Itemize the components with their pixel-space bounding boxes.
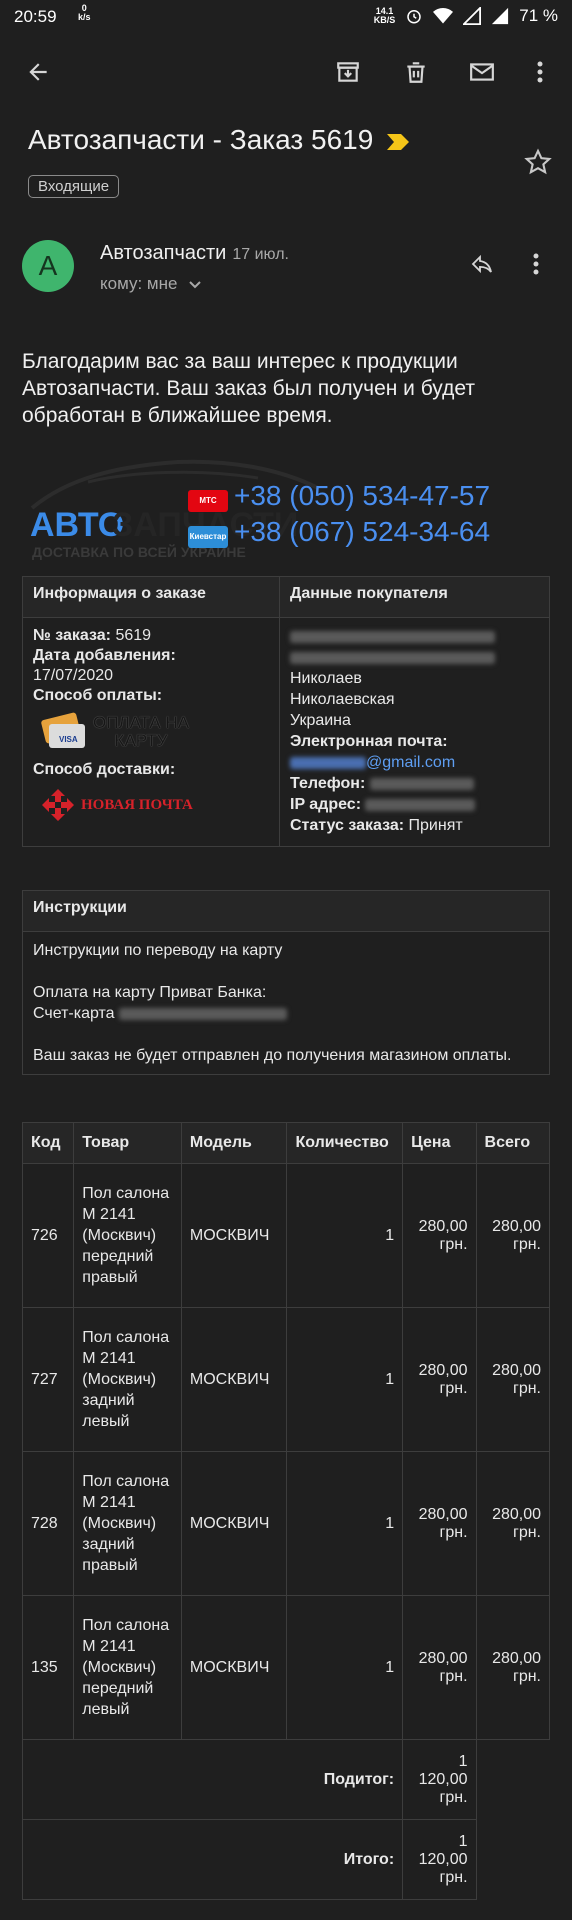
important-marker-icon[interactable] bbox=[387, 133, 410, 150]
archive-button[interactable] bbox=[328, 52, 368, 92]
signal-icon-2 bbox=[492, 7, 509, 25]
more-options-button[interactable] bbox=[520, 52, 560, 92]
signal-icon bbox=[463, 7, 482, 25]
instructions-table: Инструкции Инструкции по переводу на кар… bbox=[22, 890, 550, 1075]
order-date: 17/07/2020 bbox=[33, 667, 114, 684]
net-speed-indicator: 0 k/s bbox=[78, 3, 91, 22]
kyivstar-operator-icon: Киевстар bbox=[188, 525, 228, 548]
order-info-cell: № заказа: 5619 Дата добавления: 17/07/20… bbox=[22, 617, 280, 847]
subtotal-value: 1 120,00 грн. bbox=[402, 1739, 477, 1820]
battery-level: 71 % bbox=[519, 6, 558, 25]
table-row: 728 Пол салона М 2141 (Москвич) задний п… bbox=[21, 1451, 551, 1596]
buyer-country: Украина bbox=[290, 712, 351, 729]
message-more-button[interactable] bbox=[532, 252, 540, 281]
payment-method-badge: VISA ОПЛАТА НА КАРТУ bbox=[41, 710, 269, 754]
products-table: Код Товар Модель Количество Цена Всего 7… bbox=[21, 1122, 551, 1900]
phone-number-2: +38 (067) 524-34-64 bbox=[234, 516, 491, 547]
trash-icon bbox=[407, 62, 425, 83]
email-subject: Автозапчасти - Заказ 5619 bbox=[28, 124, 410, 156]
blurred-buyer-address bbox=[290, 651, 495, 664]
archive-icon bbox=[337, 62, 359, 82]
mark-unread-button[interactable] bbox=[462, 52, 502, 92]
table-row: 135 Пол салона М 2141 (Москвич) передний… bbox=[21, 1595, 551, 1740]
mts-operator-icon: МТС bbox=[188, 489, 228, 512]
total-label: Итого: bbox=[21, 1819, 404, 1900]
order-info-header: Информация о заказе bbox=[22, 576, 280, 618]
net-speed-right: 14.1 KB/S bbox=[373, 6, 396, 25]
more-vert-icon bbox=[533, 253, 539, 275]
order-info-table: Информация о заказе Данные покупателя № … bbox=[22, 576, 550, 847]
blurred-buyer-name bbox=[290, 630, 495, 643]
mail-icon bbox=[470, 63, 494, 81]
sender-line: Автозапчасти 17 июл. bbox=[100, 242, 289, 265]
sender-name: Автозапчасти bbox=[100, 242, 227, 264]
recipient-text: кому: мне bbox=[100, 274, 178, 293]
subtotal-label: Подитог: bbox=[21, 1739, 404, 1820]
blurred-ip bbox=[365, 798, 476, 811]
star-button[interactable] bbox=[524, 148, 552, 181]
total-value: 1 120,00 грн. bbox=[402, 1819, 477, 1900]
phone-number-1: +38 (050) 534-47-57 bbox=[234, 480, 491, 511]
buyer-region: Николаевская bbox=[290, 691, 395, 708]
email-intro-text: Благодарим вас за ваш интерес к продукци… bbox=[22, 350, 475, 427]
subject-text: Автозапчасти - Заказ 5619 bbox=[28, 124, 374, 155]
back-arrow-icon bbox=[29, 63, 47, 81]
order-status: Принят bbox=[408, 817, 463, 834]
store-logo-banner: АВТО ЗАПЧАСТИ ДОСТАВКА ПО ВСЕЙ УКРАИНЕ М… bbox=[28, 448, 548, 560]
instructions-header: Инструкции bbox=[22, 890, 550, 932]
subtotal-row: Подитог: 1 120,00 грн. bbox=[21, 1739, 550, 1820]
status-bar: 20:59 0 k/s 14.1 KB/S 71 % bbox=[0, 0, 572, 36]
buyer-info-cell: Николаев Николаевская Украина Электронна… bbox=[279, 617, 550, 847]
credit-card-icon: VISA bbox=[41, 712, 85, 748]
products-header-row: Код Товар Модель Количество Цена Всего bbox=[21, 1122, 551, 1164]
recipient-toggle[interactable]: кому: мне bbox=[100, 274, 202, 294]
buyer-city: Николаев bbox=[290, 670, 362, 687]
email-toolbar bbox=[0, 40, 572, 104]
table-row: 726 Пол салона М 2141 (Москвич) передний… bbox=[21, 1163, 551, 1308]
reply-button[interactable] bbox=[468, 252, 496, 281]
svg-text:VISA: VISA bbox=[59, 735, 78, 744]
more-vert-icon bbox=[537, 61, 543, 83]
sender-avatar: A bbox=[22, 240, 74, 292]
back-button[interactable] bbox=[18, 52, 58, 92]
buyer-info-header: Данные покупателя bbox=[279, 576, 550, 618]
table-row: 727 Пол салона М 2141 (Москвич) задний л… bbox=[21, 1307, 551, 1452]
inbox-label-chip[interactable]: Входящие bbox=[28, 175, 120, 198]
order-number: 5619 bbox=[115, 627, 152, 644]
chevron-down-icon bbox=[189, 280, 201, 288]
status-time: 20:59 bbox=[14, 7, 57, 26]
phone-line-2[interactable]: Киевстар +38 (067) 524-34-64 bbox=[188, 516, 490, 548]
phone-line-1[interactable]: МТС +38 (050) 534-47-57 bbox=[188, 480, 490, 512]
instructions-cell: Инструкции по переводу на карту Оплата н… bbox=[22, 931, 550, 1075]
status-right: 14.1 KB/S 71 % bbox=[374, 6, 558, 26]
delete-button[interactable] bbox=[396, 52, 436, 92]
delivery-method-text: НОВАЯ ПОЧТА bbox=[81, 797, 193, 813]
reply-icon bbox=[471, 254, 492, 274]
delivery-method-badge: НОВАЯ ПОЧТА bbox=[41, 788, 269, 822]
blurred-card-number bbox=[119, 1007, 288, 1020]
alarm-icon bbox=[407, 10, 421, 24]
nova-poshta-logo-icon bbox=[42, 789, 74, 821]
star-icon bbox=[524, 148, 552, 175]
total-row: Итого: 1 120,00 грн. bbox=[21, 1819, 550, 1900]
blurred-phone bbox=[369, 777, 474, 790]
buyer-email[interactable]: @gmail.com bbox=[290, 752, 539, 773]
logo-brand-left: АВТО bbox=[30, 506, 125, 544]
email-date: 17 июл. bbox=[232, 246, 289, 263]
wifi-icon bbox=[433, 8, 454, 24]
